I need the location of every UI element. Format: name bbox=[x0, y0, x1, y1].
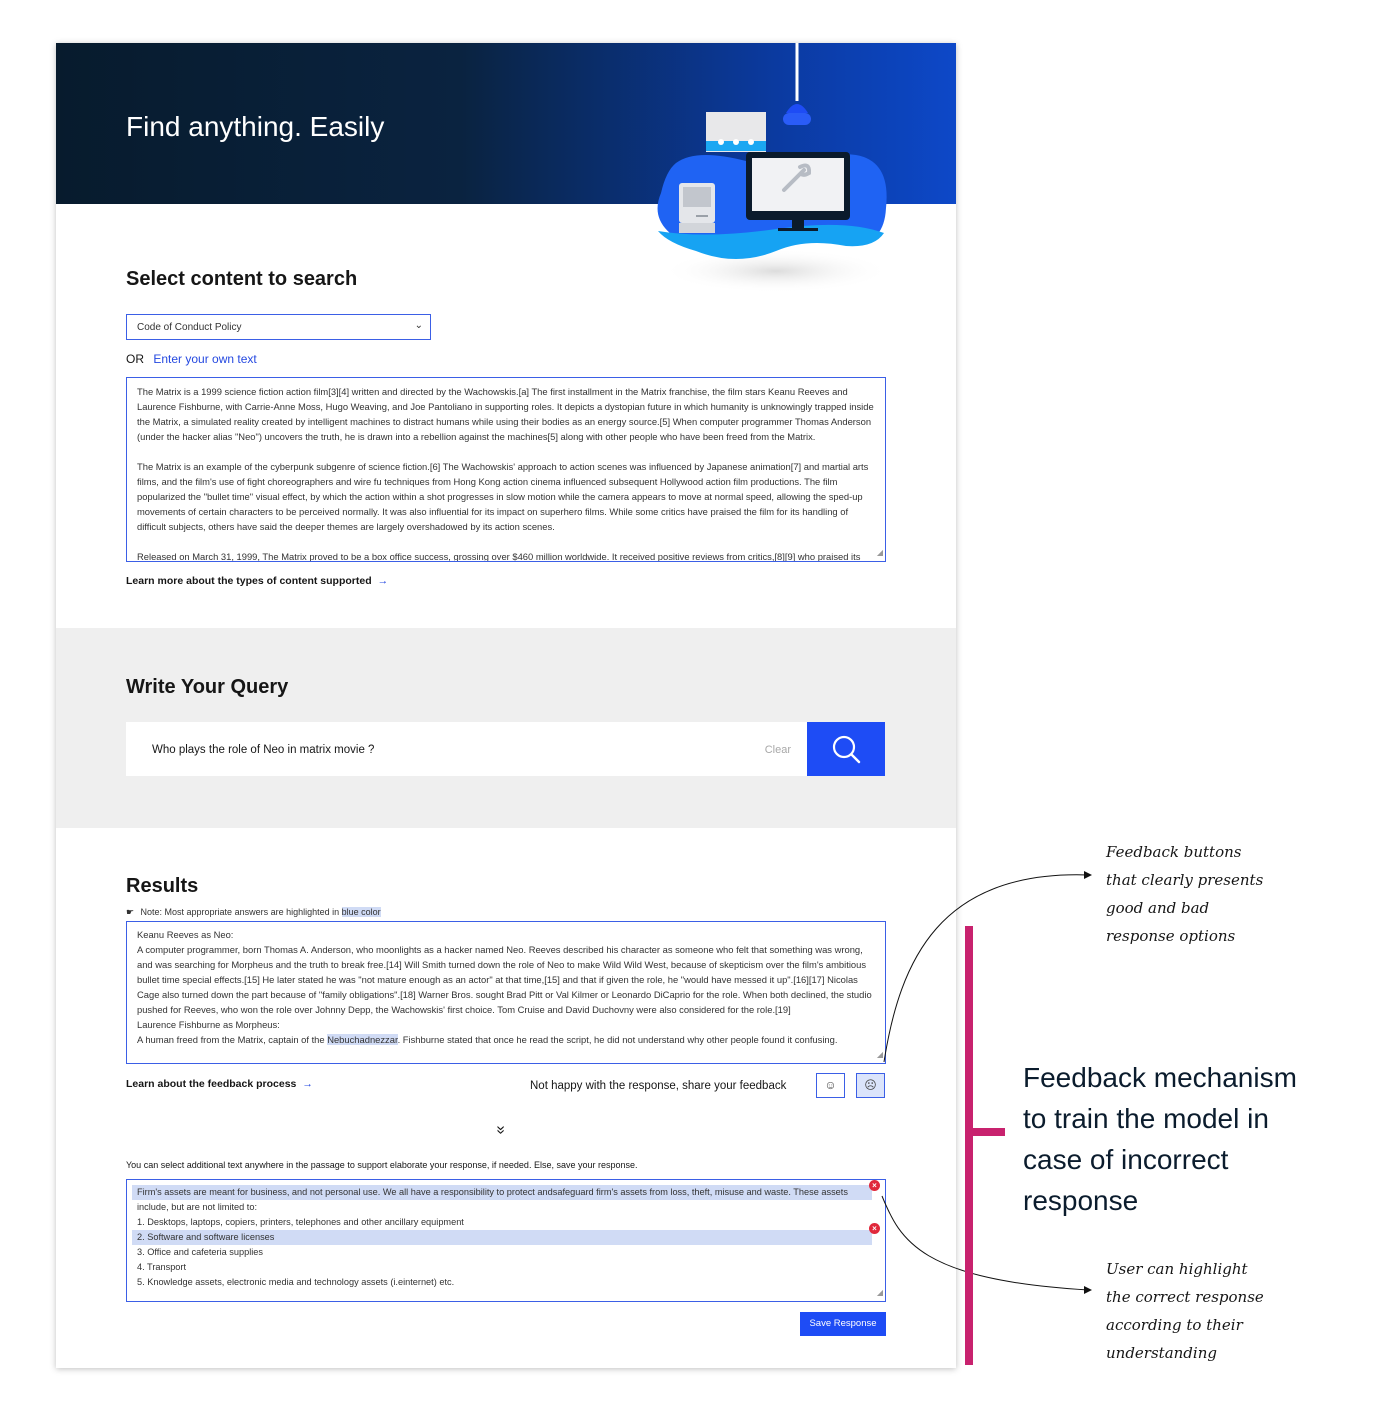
feedback-prompt: Not happy with the response, share your … bbox=[530, 1080, 787, 1092]
feedback-line: 3. Office and cafeteria supplies bbox=[137, 1247, 263, 1257]
results-section-title: Results bbox=[126, 875, 199, 897]
frown-icon: ☹ bbox=[864, 1078, 877, 1092]
result-line: Keanu Reeves as Neo: bbox=[137, 929, 234, 940]
answer-highlight: Nebuchadnezzar bbox=[327, 1034, 398, 1045]
passage-paragraph: The Matrix is an example of the cyberpun… bbox=[137, 461, 869, 532]
results-note: ☛ Note: Most appropriate answers are hig… bbox=[126, 907, 381, 918]
feedback-line: 1. Desktops, laptops, copiers, printers,… bbox=[137, 1217, 464, 1227]
remove-selection-icon[interactable]: × bbox=[869, 1180, 880, 1191]
learn-feedback-link[interactable]: Learn about the feedback process → bbox=[126, 1078, 313, 1090]
annotation-bracket bbox=[965, 926, 973, 1365]
thumbs-bad-button[interactable]: ☹ bbox=[856, 1073, 885, 1098]
results-textarea[interactable]: Keanu Reeves as Neo: A computer programm… bbox=[126, 921, 886, 1064]
thumbs-good-button[interactable]: ☺ bbox=[816, 1073, 845, 1098]
query-value: Who plays the role of Neo in matrix movi… bbox=[152, 744, 375, 756]
note-icon: ☛ bbox=[126, 907, 135, 917]
query-section-title: Write Your Query bbox=[126, 676, 289, 698]
clear-button[interactable]: Clear bbox=[765, 744, 791, 756]
feedback-line: 5. Knowledge assets, electronic media an… bbox=[137, 1277, 455, 1287]
arrow-right-icon: → bbox=[302, 1078, 313, 1090]
app-card: Find anything. Easily Select content to … bbox=[56, 43, 956, 1368]
resize-handle-icon[interactable]: ◢ bbox=[877, 1285, 883, 1300]
save-response-button[interactable]: Save Response bbox=[800, 1312, 886, 1336]
search-button[interactable] bbox=[807, 722, 885, 776]
search-icon bbox=[832, 735, 861, 764]
note-highlight: blue color bbox=[341, 907, 381, 917]
arrow-right-icon: → bbox=[377, 575, 389, 587]
resize-handle-icon[interactable]: ◢ bbox=[877, 1047, 883, 1062]
workspace-illustration bbox=[657, 43, 891, 293]
annotation-bracket-tick bbox=[965, 1128, 1005, 1136]
or-row: OR Enter your own text bbox=[126, 352, 257, 366]
resize-handle-icon[interactable]: ◢ bbox=[877, 545, 883, 560]
feedback-buttons-annotation: Feedback buttons that clearly presents g… bbox=[1106, 843, 1264, 945]
learn-content-link[interactable]: Learn more about the types of content su… bbox=[126, 575, 388, 587]
feedback-textarea[interactable]: Firm's assets are meant for business, an… bbox=[126, 1179, 886, 1302]
content-select[interactable]: Code of Conduct Policy ⌄ bbox=[126, 314, 431, 340]
mechanism-annotation: Feedback mechanism to train the model in… bbox=[1023, 1062, 1297, 1216]
chevron-down-icon: ⌄ bbox=[414, 320, 423, 331]
result-line: A computer programmer, born Thomas A. An… bbox=[137, 944, 872, 1015]
feedback-instruction: You can select additional text anywhere … bbox=[126, 1160, 638, 1170]
selected-line[interactable]: 2. Software and software licenses bbox=[132, 1230, 872, 1245]
highlight-annotation: User can highlight the correct response … bbox=[1106, 1260, 1264, 1362]
feedback-line: 4. Transport bbox=[137, 1262, 187, 1272]
double-chevron-down-icon[interactable]: » bbox=[491, 1126, 509, 1135]
learn-content-label: Learn more about the types of content su… bbox=[126, 575, 372, 587]
query-input[interactable]: Who plays the role of Neo in matrix movi… bbox=[126, 722, 807, 776]
passage-paragraph: Released on March 31, 1999, The Matrix p… bbox=[137, 551, 861, 562]
enter-own-text-link[interactable]: Enter your own text bbox=[153, 352, 256, 366]
result-line: A human freed from the Matrix, captain o… bbox=[137, 1034, 838, 1045]
selected-line[interactable]: Firm's assets are meant for business, an… bbox=[132, 1185, 872, 1200]
learn-feedback-label: Learn about the feedback process bbox=[126, 1078, 297, 1090]
passage-textarea[interactable]: The Matrix is a 1999 science fiction act… bbox=[126, 377, 886, 562]
query-section: Write Your Query Who plays the role of N… bbox=[56, 628, 956, 828]
feedback-line: include, but are not limited to: bbox=[137, 1202, 258, 1212]
or-label: OR bbox=[126, 352, 144, 366]
passage-paragraph: The Matrix is a 1999 science fiction act… bbox=[137, 386, 874, 442]
smile-icon: ☺ bbox=[824, 1078, 837, 1092]
result-line: Laurence Fishburne as Morpheus: bbox=[137, 1019, 280, 1030]
content-section-title: Select content to search bbox=[126, 268, 358, 290]
remove-selection-icon[interactable]: × bbox=[869, 1223, 880, 1234]
note-text: Note: Most appropriate answers are highl… bbox=[140, 907, 342, 917]
hero-title: Find anything. Easily bbox=[126, 111, 385, 142]
content-select-value: Code of Conduct Policy bbox=[137, 322, 242, 333]
